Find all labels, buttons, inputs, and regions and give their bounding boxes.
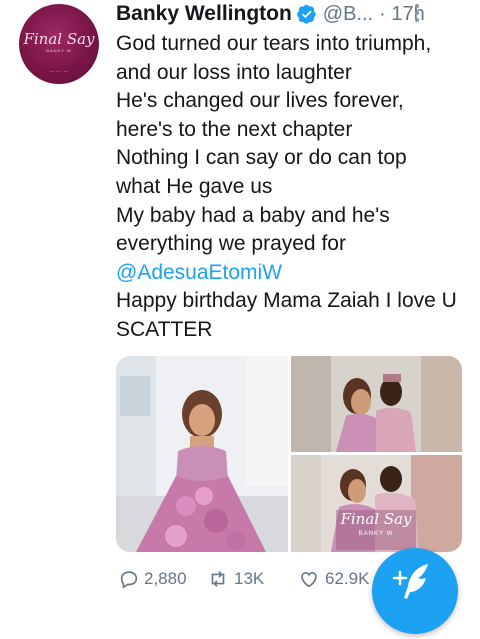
avatar-logo-text: Final Say bbox=[23, 30, 95, 48]
reply-count: 2,880 bbox=[144, 569, 187, 588]
avatar-sub-text: BANKY W bbox=[46, 48, 72, 53]
tweet-line: He's changed our lives forever, bbox=[116, 89, 404, 113]
mention-link[interactable]: @AdesuaEtomiW bbox=[116, 259, 476, 288]
tweet-line: here's to the next chapter bbox=[116, 117, 353, 141]
author-avatar[interactable]: Final Say BANKY W — — — bbox=[19, 4, 99, 84]
photo-3[interactable]: Final Say BANKY W bbox=[291, 455, 462, 552]
reply-icon bbox=[120, 571, 138, 589]
author-name[interactable]: Banky Wellington bbox=[116, 2, 292, 26]
media-grid: Final Say BANKY W bbox=[116, 356, 462, 552]
compose-feather-icon bbox=[392, 564, 428, 599]
photo-3-illustration bbox=[291, 455, 462, 552]
tweet-line: SCATTER bbox=[116, 317, 213, 341]
retweet-icon bbox=[211, 571, 225, 587]
tweet-body: God turned our tears into triumph, and o… bbox=[116, 30, 476, 345]
photo-2[interactable] bbox=[291, 356, 462, 452]
avatar-decoration: — — — bbox=[49, 68, 69, 73]
tweet-line: and our loss into laughter bbox=[116, 60, 352, 84]
like-count: 62.9K bbox=[325, 569, 370, 588]
tweet-header: Banky Wellington @B... · 17h bbox=[116, 0, 476, 28]
tweet-line: God turned our tears into triumph, bbox=[116, 32, 432, 55]
photo-2-illustration bbox=[291, 356, 462, 452]
verified-badge-icon bbox=[296, 4, 316, 24]
tweet-line: Happy birthday Mama Zaiah I love U bbox=[116, 289, 457, 313]
photo-watermark-sub: BANKY W bbox=[358, 531, 394, 537]
tweet-line: what He gave us bbox=[116, 174, 273, 198]
heart-icon bbox=[301, 572, 317, 588]
tweet-line: Nothing I can say or do can top bbox=[116, 146, 407, 170]
compose-tweet-button[interactable] bbox=[372, 548, 458, 634]
photo-1[interactable] bbox=[116, 356, 288, 552]
retweet-button[interactable]: 13K bbox=[206, 568, 264, 590]
more-options-icon[interactable] bbox=[414, 4, 420, 24]
reply-button[interactable]: 2,880 bbox=[118, 568, 187, 590]
retweet-count: 13K bbox=[234, 569, 265, 588]
photo-1-illustration bbox=[116, 356, 288, 552]
author-handle[interactable]: @B... bbox=[323, 3, 373, 26]
tweet-line: My baby had a baby and he's bbox=[116, 203, 390, 227]
photo-watermark-title: Final Say bbox=[340, 510, 412, 528]
like-button[interactable]: 62.9K bbox=[297, 568, 369, 590]
tweet-line: everything we prayed for bbox=[116, 232, 346, 256]
